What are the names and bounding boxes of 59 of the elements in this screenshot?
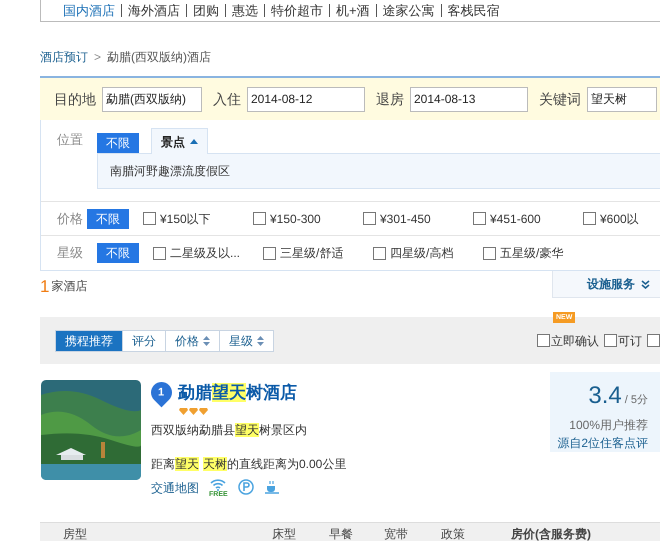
breadcrumb-separator: > <box>94 49 102 66</box>
sort-tab[interactable]: 价格 <box>165 330 219 350</box>
score: 3.4 <box>588 381 622 411</box>
filter-label: 价格 <box>57 210 84 228</box>
hotel-address: 西双版纳勐腊县望天树景区内 <box>151 422 308 438</box>
option-label[interactable]: ¥150-300 <box>270 210 321 228</box>
field-label: 入住 <box>213 90 241 108</box>
column-header: 房型 <box>62 526 88 541</box>
filter-label: 位置 <box>57 131 84 149</box>
option-label[interactable]: ¥150以下 <box>160 210 211 228</box>
result-count: 1 <box>40 276 50 298</box>
input-field[interactable]: 2014-08-13 <box>410 86 528 112</box>
column-header: 宽带 <box>384 526 409 541</box>
location-option[interactable]: 南腊河野趣漂流度假区 <box>110 162 230 180</box>
breadcrumb-current: 勐腊(西双版纳)酒店 <box>107 49 212 66</box>
nav-link[interactable]: 机+酒 <box>336 0 370 20</box>
option-label[interactable]: 二星级及以... <box>170 244 240 262</box>
filter-tab[interactable]: 景点 <box>151 128 208 154</box>
column-header: 房价(含服务费) <box>511 526 591 541</box>
option-label[interactable]: 五星级/豪华 <box>500 244 564 262</box>
nav-link[interactable]: 团购 <box>193 0 219 20</box>
filter-option-label[interactable]: 可订 <box>618 332 642 350</box>
nav-link[interactable]: 国内酒店 <box>63 0 115 20</box>
column-header: 早餐 <box>329 526 354 541</box>
nav-link[interactable]: 客栈民宿 <box>448 0 500 20</box>
any-option[interactable]: 不限 <box>97 243 139 263</box>
sort-tab[interactable]: 评分 <box>122 330 165 350</box>
any-option[interactable]: 不限 <box>87 208 129 228</box>
facilities-tab[interactable]: 设施服务 <box>552 271 660 298</box>
input-field[interactable]: 望天树 <box>587 86 657 112</box>
nav-link[interactable]: 途家公寓 <box>382 0 435 20</box>
score-max: / 5分 <box>624 393 648 408</box>
nav-link[interactable]: 特价超市 <box>271 0 323 20</box>
distance-text: 距离望天 天树的直线距离为0.00公里 <box>151 456 348 472</box>
field-label: 退房 <box>376 90 404 108</box>
column-header: 床型 <box>272 526 297 541</box>
sort-tab[interactable]: 携程推荐 <box>56 330 122 350</box>
filter-label: 星级 <box>57 244 84 262</box>
option-label[interactable]: 三星级/舒适 <box>280 244 344 262</box>
input-field[interactable]: 2014-08-12 <box>247 86 365 112</box>
reviews-link[interactable]: 源自2位住客点评 <box>557 434 648 452</box>
recommend-rate: 100%用户推荐 <box>569 417 648 434</box>
sort-tab[interactable]: 星级 <box>219 330 273 350</box>
column-header: 政策 <box>441 526 466 541</box>
result-text: 家酒店 <box>51 278 88 296</box>
nav-link[interactable]: 海外酒店 <box>128 0 180 20</box>
option-label[interactable]: ¥451-600 <box>490 210 541 228</box>
hotel-name: 勐腊望天树酒店 <box>178 382 297 404</box>
field-label: 关键词 <box>539 90 581 108</box>
input-field[interactable]: 勐腊(西双版纳) <box>102 86 202 112</box>
map-link[interactable]: 交通地图 <box>151 478 199 496</box>
nav-link[interactable]: 惠选 <box>232 0 258 20</box>
filter-option-label[interactable]: 立即确认 <box>551 332 599 350</box>
breadcrumb-link[interactable]: 酒店预订 <box>40 48 88 66</box>
option-label[interactable]: ¥301-450 <box>380 210 431 228</box>
field-label: 目的地 <box>54 90 96 108</box>
option-label[interactable]: ¥600以 <box>600 210 639 228</box>
option-label[interactable]: 四星级/高档 <box>390 244 454 262</box>
any-option[interactable]: 不限 <box>97 133 139 153</box>
